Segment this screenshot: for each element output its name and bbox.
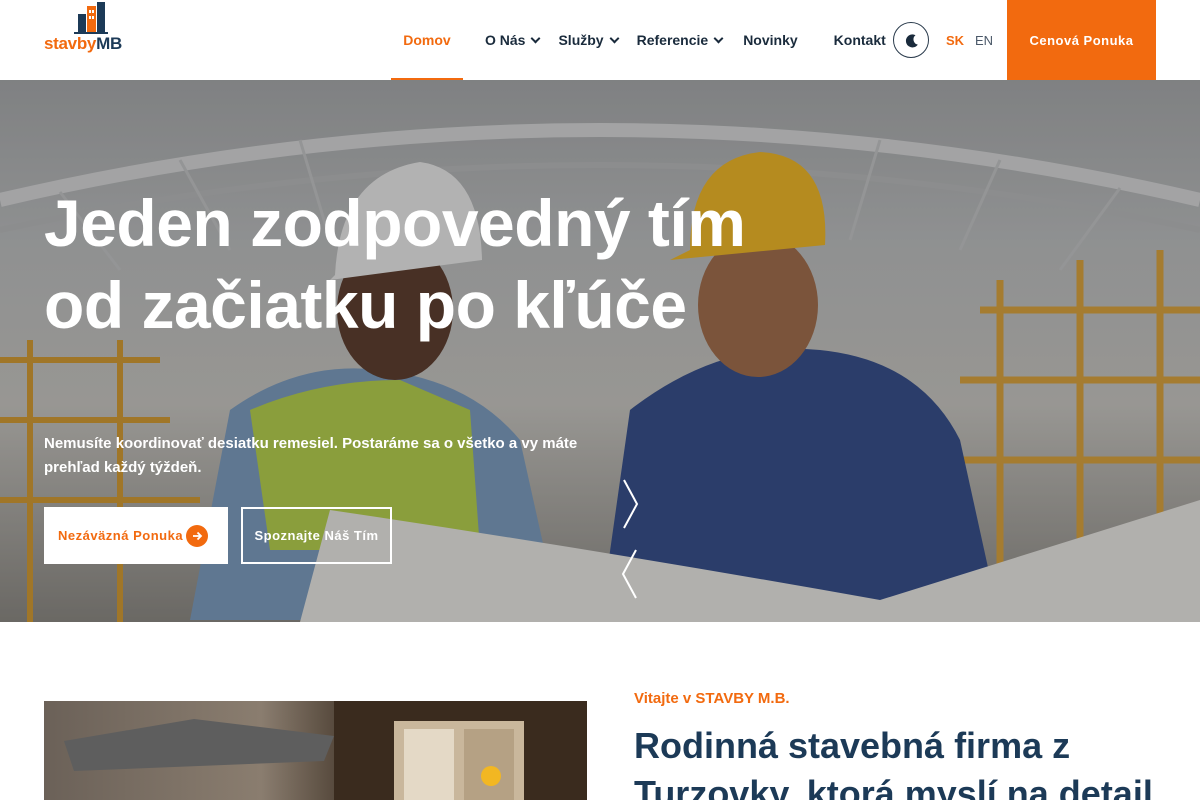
nav-item-domov[interactable]: Domov: [391, 0, 463, 80]
intro-image: [44, 701, 587, 800]
site-header: stavbyMB Domov O Nás Služby Referencie N…: [0, 0, 1200, 80]
hero-title-line2: od začiatku po kľúče: [44, 268, 687, 342]
intro-title: Rodinná stavebná firma z Turzovky, ktorá…: [634, 725, 1153, 800]
nav-item-label: Kontakt: [833, 32, 886, 48]
nav-item-label: Služby: [558, 32, 604, 48]
hero-section: Jeden zodpovedný tím od začiatku po kľúč…: [0, 80, 1200, 622]
nav-item-sluzby[interactable]: Služby: [558, 0, 620, 80]
logo-text: stavbyMB: [44, 34, 122, 54]
nav-item-novinky[interactable]: Novinky: [743, 0, 797, 80]
chevron-down-icon: [531, 33, 541, 43]
nav-item-label: O Nás: [485, 32, 526, 48]
nav-item-o-nas[interactable]: O Nás: [485, 0, 541, 80]
logo-text-part1: stavby: [44, 34, 97, 53]
lang-en-link[interactable]: EN: [975, 33, 993, 48]
main-nav: Domov O Nás Služby Referencie Novinky Ko…: [391, 0, 886, 80]
slider-prev-arrow-icon[interactable]: [620, 548, 640, 600]
chevron-down-icon: [713, 33, 724, 43]
nav-item-referencie[interactable]: Referencie: [636, 0, 724, 80]
nav-item-label: Novinky: [743, 32, 798, 48]
free-quote-button-label: Nezáväzná Ponuka: [58, 528, 184, 543]
hero-subtitle: Nemusíte koordinovať desiatku remesiel. …: [44, 435, 578, 476]
logo[interactable]: stavbyMB: [44, 0, 134, 60]
moon-icon: [905, 34, 918, 48]
free-quote-button[interactable]: Nezáväzná Ponuka: [44, 507, 228, 564]
theme-toggle-button[interactable]: [893, 22, 929, 58]
nav-item-kontakt[interactable]: Kontakt: [834, 0, 886, 80]
logo-text-part2: MB: [96, 34, 122, 53]
price-quote-button[interactable]: Cenová Ponuka: [1007, 0, 1156, 80]
nav-item-label: Domov: [403, 32, 451, 48]
intro-kicker: Vitajte v STAVBY M.B.: [634, 690, 790, 707]
intro-image-graphic: [64, 701, 587, 800]
meet-team-button[interactable]: Spoznajte Náš Tím: [241, 507, 392, 564]
slider-next-arrow-icon[interactable]: [620, 478, 640, 530]
arrow-right-icon: [186, 525, 208, 547]
hero-title: Jeden zodpovedný tím od začiatku po kľúč…: [44, 182, 824, 346]
chevron-down-icon: [609, 33, 620, 43]
hero-title-line1: Jeden zodpovedný tím: [44, 186, 746, 260]
nav-item-label: Referencie: [636, 32, 709, 48]
lang-sk-link[interactable]: SK: [946, 33, 964, 48]
building-logo-icon: [74, 2, 108, 34]
